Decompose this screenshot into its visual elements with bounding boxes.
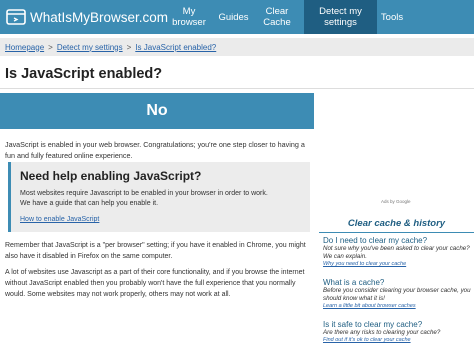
help-enabling-box: Need help enabling JavaScript? Most webs…: [8, 162, 310, 232]
sidebar-question-link[interactable]: Is it safe to clear my cache?: [323, 320, 473, 329]
breadcrumb-homepage-link[interactable]: Homepage: [5, 43, 44, 52]
nav-my-browser[interactable]: My browser: [163, 0, 215, 34]
sidebar-answer: Are there any risks to clearing your cac…: [323, 329, 441, 336]
breadcrumb-current-page[interactable]: Is JavaScript enabled?: [135, 43, 216, 52]
per-browser-paragraph: Remember that JavaScript is a "per brows…: [5, 242, 306, 260]
sidebar-question-link[interactable]: What is a cache?: [323, 278, 473, 287]
browser-window-icon: [6, 9, 26, 25]
nav-tools[interactable]: Tools: [377, 0, 407, 34]
nav-detect-my-settings[interactable]: Detect my settings: [304, 0, 377, 34]
sidebar-question-link[interactable]: Do I need to clear my cache?: [323, 236, 473, 245]
help-box-line-2: We have a guide that can help you enable…: [20, 199, 159, 207]
sidebar-item: What is a cache? Before you consider cle…: [323, 278, 473, 309]
ads-by-google-label: Ads by Google: [381, 199, 411, 204]
sidebar-answer: Not sure why you've been asked to clear …: [323, 245, 470, 260]
breadcrumb-separator: >: [48, 42, 53, 52]
breadcrumb-detect-settings-link[interactable]: Detect my settings: [57, 43, 123, 52]
breadcrumb-separator: >: [126, 42, 132, 52]
sidebar-more-link[interactable]: Why you need to clear your cache: [323, 261, 473, 267]
sidebar-item: Do I need to clear my cache? Not sure wh…: [323, 236, 473, 267]
nav-clear-cache[interactable]: Clear Cache: [255, 0, 299, 34]
help-box-title: Need help enabling JavaScript?: [20, 169, 202, 183]
title-divider: [0, 88, 474, 89]
breadcrumb: Homepage > Detect my settings > Is JavaS…: [0, 38, 474, 56]
intro-text: JavaScript is enabled in your web browse…: [5, 140, 305, 160]
clear-cache-sidebar: Clear cache & history Do I need to clear…: [319, 214, 474, 355]
logo-text: WhatIsMyBrowser.com: [30, 9, 169, 25]
javascript-status-banner: No: [0, 93, 314, 129]
sidebar-item: Is it safe to clear my cache? Are there …: [323, 320, 473, 343]
sidebar-answer: Before you consider clearing your browse…: [323, 287, 471, 302]
nav-guides[interactable]: Guides: [215, 0, 252, 34]
page-title: Is JavaScript enabled?: [5, 66, 163, 82]
site-logo[interactable]: WhatIsMyBrowser.com: [6, 7, 168, 27]
top-navigation-bar: WhatIsMyBrowser.com My browser Guides Cl…: [0, 0, 474, 34]
how-to-enable-javascript-link[interactable]: How to enable JavaScript: [20, 216, 99, 223]
help-box-line-1: Most websites require Javascript to be e…: [20, 190, 268, 197]
sidebar-more-link[interactable]: Learn a little bit about browser caches: [323, 303, 473, 309]
sidebar-more-link[interactable]: Find out if it's ok to clear your cache: [323, 337, 473, 343]
javascript-importance-paragraph: A lot of websites use Javascript as a pa…: [5, 269, 305, 298]
sidebar-title: Clear cache & history: [319, 214, 474, 233]
